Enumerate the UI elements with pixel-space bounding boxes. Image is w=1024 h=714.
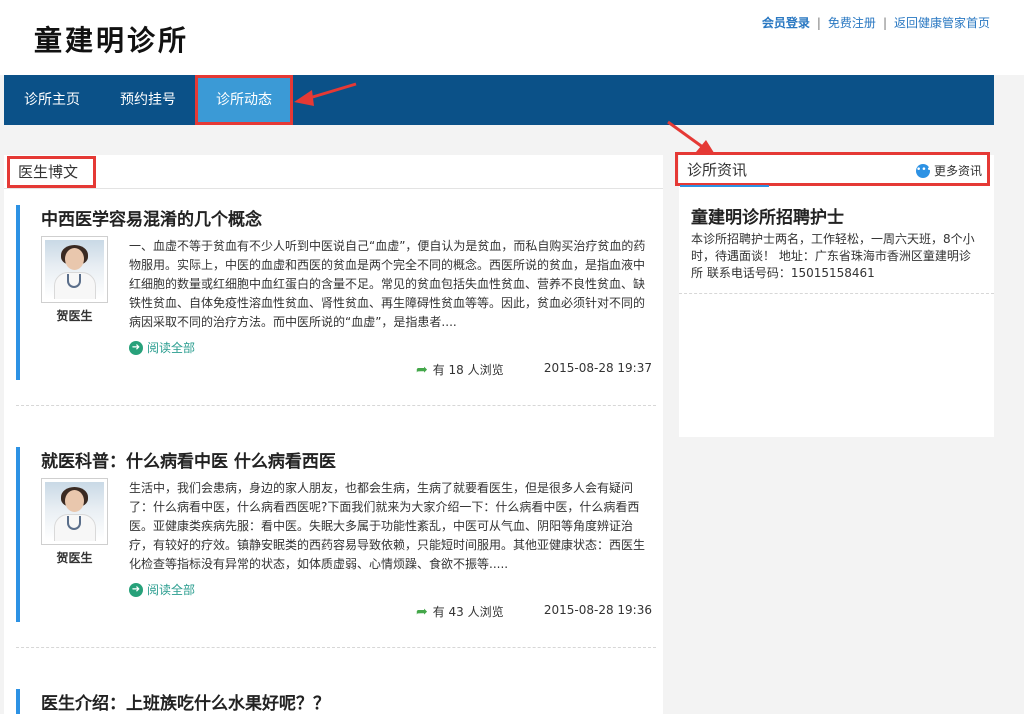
news-divider [679, 293, 994, 294]
doctor-name: 贺医生 [56, 551, 93, 565]
clinic-logo[interactable]: 童建明诊所 [8, 10, 233, 68]
post-date: 2015-08-28 19:36 [543, 603, 652, 617]
free-register-link[interactable]: 免费注册 [828, 16, 876, 30]
arrow-right-icon: ➜ [129, 340, 143, 355]
return-home-link[interactable]: 返回健康管家首页 [894, 16, 990, 30]
clinic-news-panel: 诊所资讯 ••• 更多资讯 童建明诊所招聘护士 本诊所招聘护士两名，工作轻松，一… [675, 152, 994, 437]
blog-post: 就医科普：什么病看中医 什么病看西医 贺医生 生活中，我们会患病，身边的家人朋友… [16, 447, 656, 623]
top-links: 会员登录 | 免费注册 | 返回健康管家首页 [762, 14, 990, 31]
share-arrow-icon: ➦ [416, 361, 428, 378]
view-count: ➦ 有 18 人浏览 [416, 361, 504, 378]
nav-clinic-home[interactable]: 诊所主页 [12, 75, 92, 125]
read-all-link[interactable]: ➜ 阅读全部 [129, 581, 195, 598]
annotation-arrow-icon [294, 82, 357, 106]
doctor-name: 贺医生 [56, 309, 93, 323]
view-count-text: 有 43 人浏览 [432, 605, 504, 619]
post-title[interactable]: 中西医学容易混淆的几个概念 [41, 205, 262, 230]
read-all-label: 阅读全部 [147, 583, 196, 597]
view-count-text: 有 18 人浏览 [432, 363, 504, 377]
news-item-body: 本诊所招聘护士两名，工作轻松，一周六天班，8个小时，待遇面谈！ 地址：广东省珠海… [691, 232, 975, 280]
nav-clinic-news[interactable]: 诊所动态 [195, 75, 293, 125]
arrow-right-icon: ➜ [129, 582, 143, 597]
doctor-avatar[interactable] [41, 478, 108, 545]
blog-post: 医生介绍：上班族吃什么水果好呢？？ [16, 689, 656, 714]
blog-post: 中西医学容易混淆的几个概念 贺医生 一、血虚不等于贫血有不少人听到中医说自己“血… [16, 205, 656, 381]
view-count: ➦ 有 43 人浏览 [416, 603, 504, 620]
nav-appointment[interactable]: 预约挂号 [108, 75, 188, 125]
title-underline [680, 185, 769, 187]
post-divider [16, 405, 656, 406]
doctor-avatar[interactable] [41, 236, 108, 303]
post-excerpt: 一、血虚不等于贫血有不少人听到中医说自己“血虚”，便自认为是贫血，而私自购买治疗… [129, 239, 646, 329]
post-excerpt: 生活中，我们会患病，身边的家人朋友，也都会生病，生病了就要看医生，但是很多人会有… [129, 481, 646, 571]
blog-header: 医生博文 [4, 155, 663, 189]
news-item-title[interactable]: 童建明诊所招聘护士 [691, 203, 844, 228]
share-arrow-icon: ➦ [416, 603, 428, 620]
main-nav: 诊所主页 预约挂号 诊所动态 [4, 75, 994, 125]
post-accent-bar [16, 205, 20, 380]
more-dots-icon: ••• [915, 163, 932, 178]
post-accent-bar [16, 689, 20, 714]
logo-text: 童建明诊所 [34, 24, 190, 57]
link-separator: | [882, 16, 887, 30]
news-header: 诊所资讯 ••• 更多资讯 [675, 152, 990, 187]
read-all-link[interactable]: ➜ 阅读全部 [129, 339, 195, 356]
more-news-label: 更多资讯 [933, 164, 982, 178]
top-bar: 童建明诊所 会员登录 | 免费注册 | 返回健康管家首页 [0, 0, 1024, 75]
read-all-label: 阅读全部 [147, 341, 196, 355]
member-login-link[interactable]: 会员登录 [762, 16, 810, 30]
link-separator: | [816, 16, 821, 30]
post-accent-bar [16, 447, 20, 622]
blog-section-title: 医生博文 [7, 156, 96, 188]
post-date: 2015-08-28 19:37 [543, 361, 652, 375]
doctor-blog-panel: 医生博文 中西医学容易混淆的几个概念 贺医生 一、血虚不等于贫血有不少人听到中医… [4, 155, 663, 714]
post-divider [16, 647, 656, 648]
more-news-link[interactable]: ••• 更多资讯 [915, 162, 982, 179]
post-title[interactable]: 就医科普：什么病看中医 什么病看西医 [41, 447, 336, 472]
post-title[interactable]: 医生介绍：上班族吃什么水果好呢？？ [41, 689, 330, 714]
news-section-title: 诊所资讯 [687, 161, 748, 179]
